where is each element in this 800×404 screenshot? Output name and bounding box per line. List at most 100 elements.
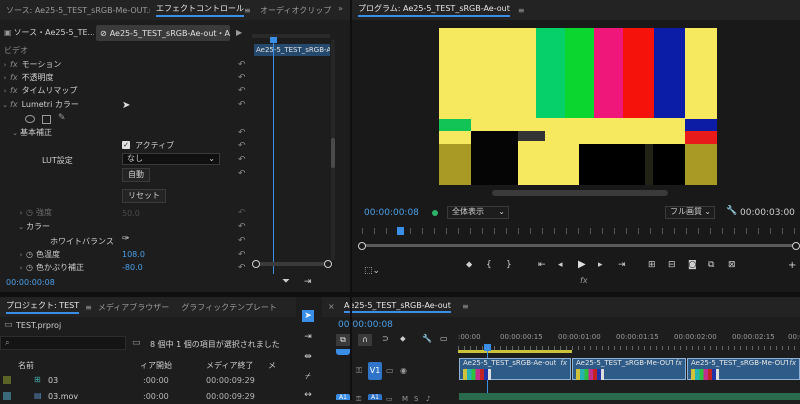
effect-controls-timecode[interactable]: 00:00:00:08 bbox=[6, 278, 55, 287]
mark-out-icon[interactable]: } bbox=[506, 260, 512, 270]
settings-wrench-icon[interactable]: 🔧 bbox=[422, 334, 432, 343]
tab-audio-clip-mixer[interactable]: オーディオクリップ bbox=[254, 0, 337, 20]
track-select-tool-icon[interactable]: ⇥ bbox=[302, 331, 314, 343]
marker-icon[interactable]: ⬥ bbox=[466, 260, 472, 270]
play-icon[interactable]: ▶ bbox=[578, 259, 586, 270]
label-color-swatch[interactable] bbox=[3, 392, 11, 400]
slip-tool-icon[interactable]: ↔ bbox=[302, 389, 314, 401]
filter-icon[interactable]: ⏷ bbox=[282, 276, 290, 287]
stopwatch-icon[interactable]: ◷ bbox=[26, 250, 33, 259]
hamburger-icon[interactable]: ≡ bbox=[518, 6, 525, 15]
active-checkbox[interactable]: ✓ bbox=[122, 141, 130, 149]
list-item[interactable]: ⊞ 03 :00:00 00:00:09:29 bbox=[0, 374, 296, 387]
tab-program[interactable]: プログラム: Ae25-5_TEST_sRGB-Ae-out bbox=[352, 0, 516, 20]
color-row[interactable]: ⌄ カラー bbox=[16, 220, 50, 233]
reset-icon[interactable]: ↶ bbox=[238, 209, 248, 218]
camera-icon[interactable]: ◙ bbox=[688, 260, 697, 270]
step-forward-icon[interactable]: ▸ bbox=[598, 260, 603, 270]
ellipse-mask-icon[interactable] bbox=[25, 115, 35, 123]
reset-icon[interactable]: ↶ bbox=[238, 156, 248, 165]
fx-badge[interactable]: fx bbox=[675, 359, 682, 367]
new-bin-icon[interactable]: ▭ bbox=[132, 338, 141, 348]
compare-view-icon[interactable]: ⧉ bbox=[708, 260, 714, 270]
fx-icon[interactable]: fx bbox=[10, 60, 18, 69]
zoom-handle-right[interactable] bbox=[324, 260, 332, 268]
reset-icon[interactable]: ↶ bbox=[238, 142, 248, 151]
program-timecode[interactable]: 00:00:00:08 bbox=[364, 208, 419, 218]
tab-sequence[interactable]: Ae25-5_TEST_sRGB-Ae-out bbox=[338, 297, 457, 317]
reset-button[interactable]: リセット bbox=[122, 189, 166, 203]
column-media-start[interactable]: ィア開始 bbox=[140, 360, 172, 371]
stopwatch-icon[interactable]: ◷ bbox=[26, 208, 33, 217]
track-v1-toggle[interactable]: V1 bbox=[368, 362, 382, 380]
reset-icon[interactable]: ↶ bbox=[238, 264, 248, 273]
ripple-edit-tool-icon[interactable]: ⇹ bbox=[302, 351, 314, 363]
multicam-icon[interactable]: ⊠ bbox=[728, 260, 736, 270]
chevron-right-icon[interactable]: › bbox=[16, 209, 26, 217]
rectangle-mask-icon[interactable] bbox=[42, 115, 51, 124]
clip-tab-sequence[interactable]: ⊘Ae25-5_TEST_sRGB-Ae-out・Ae2... bbox=[96, 25, 230, 41]
eyedropper-icon[interactable]: ✑ bbox=[122, 234, 130, 244]
clip-tab-source[interactable]: ▣ ソース・Ae25-5_TE... bbox=[4, 27, 94, 41]
effect-row-time-remap[interactable]: › fx タイムリマップ bbox=[0, 84, 78, 97]
column-media-end[interactable]: メディア終了 bbox=[206, 360, 253, 371]
reset-icon[interactable]: ↶ bbox=[238, 74, 248, 83]
export-icon[interactable]: ⇥ bbox=[304, 277, 312, 287]
sync-lock-icon[interactable]: ▭ bbox=[386, 366, 394, 375]
eye-icon[interactable]: ◉ bbox=[400, 366, 407, 375]
column-media-duration[interactable]: メ bbox=[268, 360, 276, 371]
timeline-playhead[interactable] bbox=[484, 344, 491, 351]
reset-icon[interactable]: ↶ bbox=[238, 237, 248, 246]
track-a1-toggle[interactable]: A1 bbox=[368, 394, 382, 401]
monitor-h-scrollbar[interactable] bbox=[492, 190, 668, 196]
reset-icon[interactable]: ↶ bbox=[238, 101, 248, 110]
zoom-scrollbar[interactable] bbox=[254, 262, 330, 266]
go-to-out-icon[interactable]: ⇥ bbox=[618, 260, 626, 270]
fx-badge[interactable]: fx bbox=[789, 359, 796, 367]
tab-effect-controls[interactable]: エフェクトコントロール bbox=[150, 0, 250, 20]
basic-correction-row[interactable]: ⌄ 基本補正 bbox=[10, 126, 52, 139]
video-frame[interactable] bbox=[439, 28, 717, 185]
mute-icon[interactable]: M bbox=[402, 395, 408, 403]
razor-tool-icon[interactable]: ⌿ bbox=[302, 371, 314, 383]
lut-dropdown[interactable]: なし ⌄ bbox=[122, 153, 220, 165]
intensity-value[interactable]: 50.0 bbox=[122, 209, 140, 218]
tint-value[interactable]: -80.0 bbox=[122, 263, 143, 272]
program-zoom-bar[interactable] bbox=[362, 244, 796, 247]
timeline-timecode[interactable]: 00:00:00:08 bbox=[338, 320, 393, 330]
fx-icon[interactable]: fx bbox=[10, 86, 18, 95]
tint-row[interactable]: › ◷ 色かぶり補正 bbox=[16, 261, 84, 274]
wrench-icon[interactable]: 🔧 bbox=[726, 206, 737, 216]
chevron-right-icon[interactable]: › bbox=[0, 87, 10, 95]
reset-icon[interactable]: ↶ bbox=[238, 61, 248, 70]
column-name[interactable]: 名前 bbox=[18, 360, 34, 371]
reset-icon[interactable]: ↶ bbox=[238, 87, 248, 96]
chevron-right-icon[interactable]: › bbox=[0, 74, 10, 82]
a-target-indicator[interactable]: A1 bbox=[336, 394, 350, 401]
zoom-handle-left[interactable] bbox=[252, 260, 260, 268]
sync-lock-icon[interactable]: ▭ bbox=[386, 395, 393, 403]
zoom-handle-left[interactable] bbox=[358, 242, 366, 250]
hamburger-icon[interactable]: ≡ bbox=[244, 6, 251, 15]
nest-sequence-icon[interactable]: ⧉ bbox=[336, 334, 350, 346]
fit-dropdown[interactable]: 全体表示 ⌄ bbox=[447, 206, 509, 219]
chevron-down-icon[interactable]: ⌄ bbox=[0, 101, 10, 109]
tab-project[interactable]: プロジェクト: TEST bbox=[0, 297, 85, 317]
quality-dropdown[interactable]: フル画質 ⌄ bbox=[665, 206, 715, 219]
reset-icon[interactable]: ↶ bbox=[238, 129, 248, 138]
selection-tool-icon[interactable]: ➤ bbox=[302, 310, 314, 322]
mark-in-icon[interactable]: { bbox=[486, 260, 492, 270]
auto-button[interactable]: 自動 bbox=[122, 168, 150, 182]
tab-graphic-templates[interactable]: グラフィックテンプレート bbox=[175, 297, 283, 317]
linked-selection-icon[interactable]: ⊃ bbox=[382, 334, 389, 343]
tab-media-browser[interactable]: メディアブラウザー bbox=[92, 297, 175, 317]
temperature-row[interactable]: › ◷ 色温度 bbox=[16, 248, 60, 261]
extract-icon[interactable]: ⊟ bbox=[668, 260, 676, 270]
effect-row-motion[interactable]: › fx モーション bbox=[0, 58, 62, 71]
fx-icon[interactable]: fx bbox=[10, 100, 18, 109]
reset-icon[interactable]: ↶ bbox=[238, 251, 248, 260]
search-input[interactable]: ⌕ bbox=[0, 336, 126, 350]
fx-icon[interactable]: fx bbox=[10, 73, 18, 82]
mic-icon[interactable]: ♪ bbox=[426, 395, 430, 403]
lift-icon[interactable]: ⊞ bbox=[648, 260, 656, 270]
